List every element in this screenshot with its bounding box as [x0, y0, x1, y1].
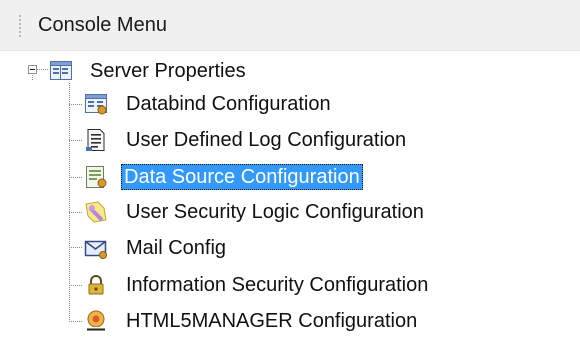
tree-guide-line [37, 69, 49, 70]
server-properties-icon [49, 59, 73, 83]
tree-node-label: Databind Configuration [126, 93, 331, 115]
tree-node-information-security-configuration[interactable]: Information Security Configuration [84, 270, 524, 300]
tree-node-mail-config[interactable]: Mail Config [84, 233, 284, 263]
lock-icon [84, 273, 108, 297]
console-menu-header: Console Menu [0, 0, 580, 51]
databind-config-icon [84, 92, 108, 116]
log-document-icon [84, 128, 108, 152]
tree-node-databind-configuration[interactable]: Databind Configuration [84, 89, 394, 119]
tree-guide-line [69, 177, 83, 178]
mail-icon [84, 236, 108, 260]
tree-node-user-security-logic-configuration[interactable]: User Security Logic Configuration [84, 197, 504, 227]
html5-manager-icon [84, 309, 108, 333]
tree-guide-line [32, 75, 33, 81]
tree-node-label: User Security Logic Configuration [126, 201, 424, 223]
tree-node-label: User Defined Log Configuration [126, 129, 407, 151]
tree-node-label: Data Source Configuration [121, 164, 363, 190]
tree-guide-line [69, 104, 83, 105]
tree-node-label: Information Security Configuration [126, 274, 429, 296]
data-source-icon [84, 165, 108, 189]
tree-guide-line [69, 140, 83, 141]
panel-title: Console Menu [38, 14, 167, 36]
tree-node-html5manager-configuration[interactable]: HTML5MANAGER Configuration [84, 306, 504, 336]
tree-guide-line [69, 247, 83, 248]
toolbar-grip-handle[interactable] [19, 15, 21, 37]
tree-guide-line [69, 321, 83, 322]
tree-guide-line [69, 285, 83, 286]
security-key-icon [84, 200, 108, 224]
collapse-toggle[interactable] [28, 65, 37, 74]
tree-node-user-defined-log-configuration[interactable]: User Defined Log Configuration [84, 125, 484, 155]
tree-node-data-source-configuration[interactable]: Data Source Configuration [84, 162, 434, 192]
tree-node-label: Mail Config [126, 237, 227, 259]
tree-node-server-properties[interactable]: Server Properties [49, 56, 279, 86]
tree-guide-line [69, 212, 83, 213]
tree-node-label: Server Properties [90, 60, 246, 82]
tree-node-label: HTML5MANAGER Configuration [126, 310, 418, 332]
